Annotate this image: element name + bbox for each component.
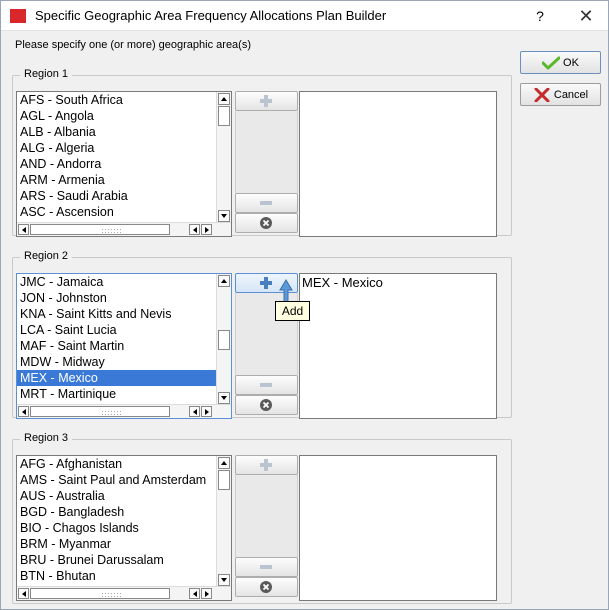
h-scroll-thumb[interactable]: [30, 588, 170, 599]
list-item[interactable]: BRM - Myanmar: [17, 536, 218, 552]
button-gap: [235, 475, 298, 557]
clear-x-icon: [260, 399, 272, 411]
list-item-selected[interactable]: MEX - Mexico: [17, 370, 218, 386]
plus-icon: [260, 95, 272, 107]
region-1-selected-list[interactable]: [299, 91, 497, 237]
region-3-label: Region 3: [20, 432, 73, 444]
region-1-list[interactable]: AFS - South Africa AGL - Angola ALB - Al…: [16, 91, 232, 237]
plus-icon: [260, 277, 272, 289]
dialog-window: Specific Geographic Area Frequency Alloc…: [0, 0, 609, 610]
region-2-list[interactable]: JMC - Jamaica JON - Johnston KNA - Saint…: [16, 273, 232, 419]
list-item[interactable]: MAF - Saint Martin: [17, 338, 218, 354]
help-button[interactable]: ?: [530, 6, 550, 26]
scroll-right-button[interactable]: [201, 224, 212, 235]
list-item[interactable]: ARM - Armenia: [17, 172, 218, 188]
ok-button-label: OK: [563, 56, 579, 69]
list-item[interactable]: ASC - Ascension: [17, 204, 218, 220]
region-3-clear-button[interactable]: [235, 577, 298, 597]
scroll-left-button[interactable]: [18, 224, 29, 235]
list-item[interactable]: AFG - Afghanistan: [17, 456, 218, 472]
scroll-down-button[interactable]: [218, 210, 230, 222]
minus-icon: [260, 383, 272, 387]
region-1-remove-button[interactable]: [235, 193, 298, 213]
list-item[interactable]: JON - Johnston: [17, 290, 218, 306]
list-item[interactable]: BTN - Bhutan: [17, 568, 218, 584]
horizontal-scrollbar[interactable]: [17, 222, 231, 236]
list-item[interactable]: ALB - Albania: [17, 124, 218, 140]
list-item[interactable]: MRT - Martinique: [17, 386, 218, 402]
minus-icon: [260, 201, 272, 205]
cancel-button-label: Cancel: [553, 88, 589, 101]
list-item[interactable]: AGL - Angola: [17, 108, 218, 124]
ok-button[interactable]: OK: [520, 51, 601, 74]
title-bar[interactable]: Specific Geographic Area Frequency Alloc…: [1, 1, 608, 31]
list-item[interactable]: AUS - Australia: [17, 488, 218, 504]
h-scroll-thumb[interactable]: [30, 406, 170, 417]
add-tooltip: Add: [275, 301, 310, 321]
list-item[interactable]: JMC - Jamaica: [17, 274, 218, 290]
list-item[interactable]: AND - Andorra: [17, 156, 218, 172]
scroll-left-button[interactable]: [189, 406, 200, 417]
list-item[interactable]: AFS - South Africa: [17, 92, 218, 108]
region-2-remove-button[interactable]: [235, 375, 298, 395]
list-item[interactable]: AMS - Saint Paul and Amsterdam: [17, 472, 218, 488]
horizontal-scrollbar[interactable]: [17, 586, 231, 600]
list-item[interactable]: MDW - Midway: [17, 354, 218, 370]
scroll-down-button[interactable]: [218, 392, 230, 404]
vertical-scrollbar[interactable]: [216, 456, 231, 587]
checkmark-icon: [542, 56, 561, 69]
plus-icon: [260, 459, 272, 471]
scroll-left-button[interactable]: [189, 588, 200, 599]
list-item[interactable]: BIO - Chagos Islands: [17, 520, 218, 536]
window-title: Specific Geographic Area Frequency Alloc…: [35, 8, 387, 23]
scroll-up-button[interactable]: [218, 457, 230, 469]
close-button[interactable]: ✕: [575, 5, 597, 27]
clear-x-icon: [260, 581, 272, 593]
list-item[interactable]: ARS - Saudi Arabia: [17, 188, 218, 204]
region-1-clear-button[interactable]: [235, 213, 298, 233]
horizontal-scrollbar[interactable]: [17, 404, 231, 418]
instruction-label: Please specify one (or more) geographic …: [15, 39, 252, 51]
cancel-button[interactable]: Cancel: [520, 83, 601, 106]
region-3-remove-button[interactable]: [235, 557, 298, 577]
button-gap: [235, 111, 298, 193]
scroll-right-button[interactable]: [201, 588, 212, 599]
scroll-thumb[interactable]: [218, 106, 230, 126]
region-1-label: Region 1: [20, 68, 73, 80]
app-icon: [10, 9, 26, 23]
region-3-add-button[interactable]: [235, 455, 298, 475]
minus-icon: [260, 565, 272, 569]
list-item[interactable]: KNA - Saint Kitts and Nevis: [17, 306, 218, 322]
scroll-left-button[interactable]: [189, 224, 200, 235]
scroll-down-button[interactable]: [218, 574, 230, 586]
selected-area-item[interactable]: MEX - Mexico: [300, 274, 496, 291]
region-1-add-button[interactable]: [235, 91, 298, 111]
vertical-scrollbar[interactable]: [216, 274, 231, 405]
cross-icon: [534, 87, 550, 102]
region-2-label: Region 2: [20, 250, 73, 262]
list-item[interactable]: ALG - Algeria: [17, 140, 218, 156]
vertical-scrollbar[interactable]: [216, 92, 231, 223]
region-2-clear-button[interactable]: [235, 395, 298, 415]
scroll-left-button[interactable]: [18, 406, 29, 417]
scroll-right-button[interactable]: [201, 406, 212, 417]
region-3-list[interactable]: AFG - Afghanistan AMS - Saint Paul and A…: [16, 455, 232, 601]
h-scroll-thumb[interactable]: [30, 224, 170, 235]
region-2-selected-list[interactable]: MEX - Mexico: [299, 273, 497, 419]
list-item[interactable]: BRU - Brunei Darussalam: [17, 552, 218, 568]
scroll-up-button[interactable]: [218, 93, 230, 105]
scroll-up-button[interactable]: [218, 275, 230, 287]
list-item[interactable]: LCA - Saint Lucia: [17, 322, 218, 338]
scroll-thumb[interactable]: [218, 470, 230, 490]
list-item[interactable]: BGD - Bangladesh: [17, 504, 218, 520]
scroll-thumb[interactable]: [218, 330, 230, 350]
clear-x-icon: [260, 217, 272, 229]
region-3-selected-list[interactable]: [299, 455, 497, 601]
scroll-left-button[interactable]: [18, 588, 29, 599]
